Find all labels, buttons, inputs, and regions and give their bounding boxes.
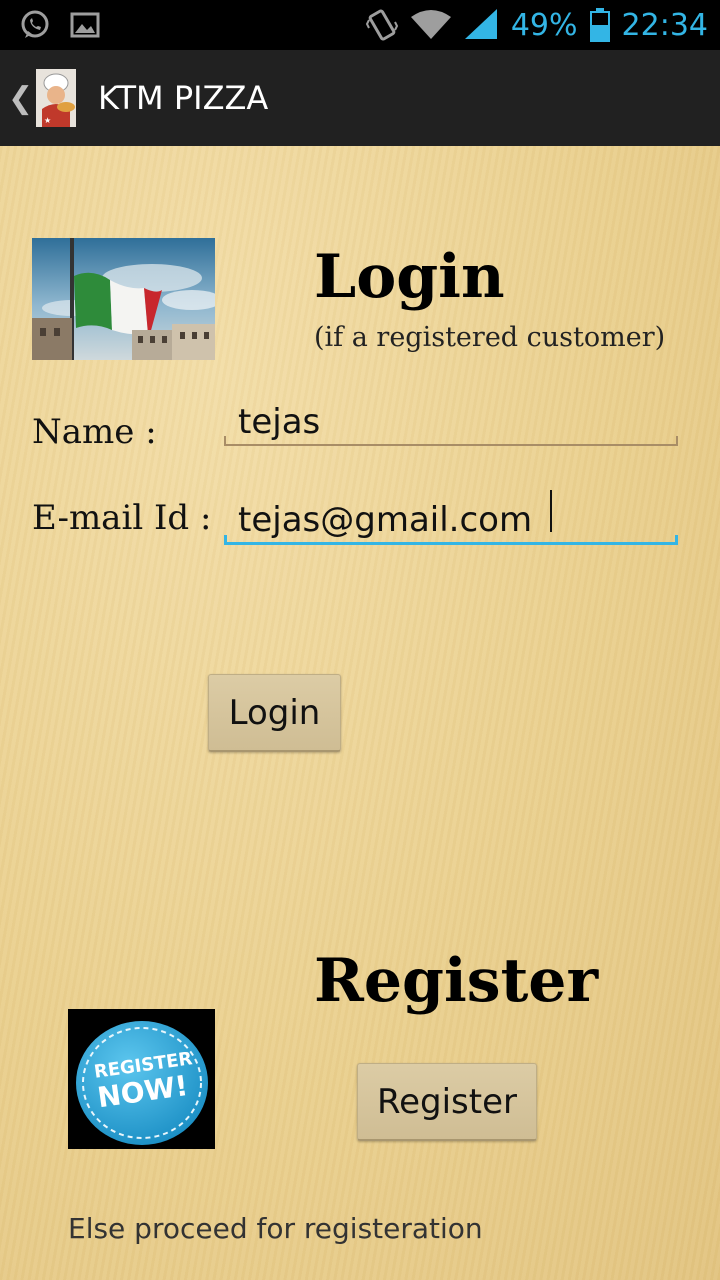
battery-percent: 49% (510, 7, 578, 43)
action-bar: ❮ ★ KTM PIZZA (0, 50, 720, 146)
register-button[interactable]: Register (357, 1063, 537, 1141)
email-label: E-mail Id : (32, 498, 212, 538)
back-caret-icon[interactable]: ❮ (8, 81, 33, 116)
whatsapp-icon (20, 10, 50, 40)
signal-icon (463, 9, 499, 41)
registration-note: Else proceed for registeration (68, 1212, 483, 1245)
email-input-underline (224, 535, 678, 545)
battery-icon (589, 8, 610, 42)
wifi-icon (410, 9, 451, 41)
vibrate-icon (365, 8, 399, 42)
name-label: Name : (32, 412, 157, 452)
login-heading: Login (314, 242, 505, 312)
status-bar: 49% 22:34 (0, 0, 720, 50)
login-button[interactable]: Login (208, 674, 341, 752)
register-heading: Register (314, 946, 599, 1016)
italian-flag-image (32, 238, 222, 360)
pizza-chef-icon[interactable]: ★ (36, 69, 76, 127)
clock: 22:34 (621, 7, 708, 43)
text-cursor (550, 490, 552, 532)
svg-text:★: ★ (44, 116, 51, 125)
login-subheading: (if a registered customer) (314, 322, 666, 353)
email-input[interactable] (224, 492, 678, 548)
app-title: KTM PIZZA (98, 79, 269, 117)
login-screen: Login (if a registered customer) Name : … (0, 146, 720, 1280)
name-input[interactable] (224, 394, 678, 450)
gallery-icon (70, 10, 100, 40)
name-input-underline (224, 436, 678, 446)
register-now-badge[interactable]: REGISTER NOW! (68, 1009, 215, 1149)
